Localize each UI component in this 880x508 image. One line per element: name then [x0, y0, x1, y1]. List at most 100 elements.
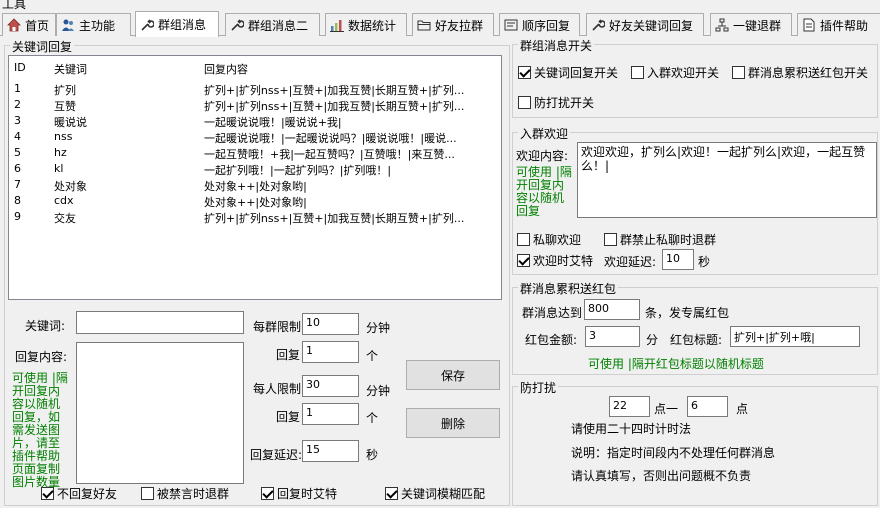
- reply-delay-label: 回复延迟:: [250, 448, 303, 462]
- tab-sequential-reply[interactable]: 顺序回复: [499, 13, 580, 36]
- checkbox-box: [141, 487, 154, 500]
- per-group-limit-label: 每群限制: [253, 320, 302, 334]
- bar-chart-icon: [330, 18, 344, 32]
- reply-count-input-1[interactable]: 1: [302, 341, 359, 363]
- reply-hint-text: 可使用 |隔 开回复内 容以随机 回复，如 需发送图 片，请至 插件帮助 页面复…: [12, 371, 68, 489]
- reply-content-textarea[interactable]: [76, 342, 244, 484]
- home-icon: [7, 18, 21, 32]
- reply-count-input-2[interactable]: 1: [302, 403, 359, 425]
- end-hour-unit: 点: [736, 402, 749, 416]
- tab-main-function[interactable]: 主功能: [56, 13, 131, 36]
- per-group-limit-input[interactable]: 10: [302, 313, 359, 335]
- list-item[interactable]: 3 暖说说 一起暖说说哦！|暖说说+我|: [9, 113, 501, 129]
- checkbox-box: [732, 66, 745, 79]
- anti-disturb-group-title: 防打扰: [518, 379, 559, 396]
- no-reply-friends-checkbox[interactable]: 不回复好友: [41, 485, 117, 502]
- list-header: ID 关键词 回复内容: [9, 60, 501, 76]
- list-item[interactable]: 8 cdx 处对象++|处对象哟|: [9, 193, 501, 209]
- welcome-group-title: 入群欢迎: [518, 125, 571, 142]
- folder-icon: [417, 18, 431, 32]
- welcome-delay-unit: 秒: [698, 255, 711, 269]
- welcome-content-textarea[interactable]: 欢迎欢迎，扩列么|欢迎！一起扩列么|欢迎，一起互赞么！|: [577, 142, 877, 218]
- keyword-input[interactable]: [76, 311, 244, 334]
- delete-button[interactable]: 删除: [406, 408, 500, 438]
- per-person-limit-input[interactable]: 30: [302, 375, 359, 397]
- per-person-limit-label: 每人限制: [253, 382, 302, 396]
- column-header-keyword[interactable]: 关键词: [54, 61, 194, 77]
- redpacket-switch-checkbox[interactable]: 群消息累积送红包开关: [732, 64, 868, 81]
- message-threshold-input[interactable]: 800: [584, 299, 640, 320]
- wrench-icon: [140, 18, 155, 32]
- column-header-id[interactable]: ID: [14, 61, 44, 74]
- keyword-list-view[interactable]: ID 关键词 回复内容 1 扩列 扩列+|扩列nss+|互赞+|加我互赞|长期互…: [8, 55, 502, 300]
- redpacket-group-title: 群消息累积送红包: [518, 280, 619, 297]
- checkbox-box: [517, 233, 530, 246]
- checkbox-box: [518, 66, 531, 79]
- checkbox-box: [518, 96, 531, 109]
- window-title-bar: 工具: [0, 0, 880, 10]
- reply-count-label-1: 回复: [276, 348, 301, 362]
- tab-quit-groups[interactable]: 一键退群: [710, 13, 792, 36]
- welcome-at-checkbox[interactable]: 欢迎时艾特: [517, 252, 593, 269]
- private-welcome-checkbox[interactable]: 私聊欢迎: [517, 231, 581, 248]
- redpacket-title-label: 红包标题:: [670, 333, 723, 347]
- checkbox-box: [631, 66, 644, 79]
- list-item[interactable]: 7 处对象 处对象++|处对象哟|: [9, 177, 501, 193]
- save-button[interactable]: 保存: [406, 360, 500, 390]
- window-title: 工具: [2, 0, 27, 10]
- anti-disturb-switch-checkbox[interactable]: 防打扰开关: [518, 94, 594, 111]
- tab-friend-keyword-reply[interactable]: 好友关键词回复: [586, 13, 704, 36]
- redpacket-amount-input[interactable]: 3: [585, 326, 640, 347]
- reply-count-unit-2: 个: [366, 411, 379, 425]
- tab-friend-invite[interactable]: 好友拉群: [412, 13, 494, 36]
- end-hour-input[interactable]: 6: [687, 396, 728, 417]
- tab-statistics[interactable]: 数据统计: [325, 13, 407, 36]
- list-item[interactable]: 4 nss 一起暖说说哦！|一起暖说说吗？|暖说说哦！|暖说...: [9, 129, 501, 145]
- checkbox-box: [517, 254, 530, 267]
- list-item[interactable]: 9 交友 扩列+|扩列nss+|互赞+|加我互赞|长期互赞+|扩列...: [9, 209, 501, 225]
- reply-content-label: 回复内容:: [15, 350, 68, 364]
- wrench-icon: [591, 18, 606, 32]
- keyword-fuzzy-match-checkbox[interactable]: 关键词模糊匹配: [385, 485, 485, 502]
- anti-disturb-description: 说明：指定时间段内不处理任何群消息: [571, 446, 776, 460]
- checkbox-box: [41, 487, 54, 500]
- checkbox-box: [385, 487, 398, 500]
- disclaimer-text: 请认真填写，否则出问题概不负责: [571, 469, 752, 483]
- redpacket-amount-label: 红包金额:: [525, 333, 578, 347]
- document-icon: [802, 18, 816, 32]
- tab-strip: 首页 主功能 群组消息 群组消息二 数据统计 好友拉群 顺序回复 好友关键词回复: [0, 10, 880, 37]
- people-icon: [61, 18, 75, 32]
- start-hour-unit: 点一: [654, 402, 679, 416]
- at-when-reply-checkbox[interactable]: 回复时艾特: [261, 485, 337, 502]
- tree-icon: [715, 18, 729, 32]
- list-item[interactable]: 2 互赞 扩列+|扩列nss+|互赞+|加我互赞|长期互赞+|扩列...: [9, 97, 501, 113]
- start-hour-input[interactable]: 22: [609, 396, 650, 417]
- welcome-hint-text: 可使用 |隔 开回复内 容以随机 回复: [516, 165, 572, 218]
- time-format-note: 请使用二十四时计时法: [571, 422, 692, 436]
- per-group-limit-unit: 分钟: [366, 321, 391, 335]
- reply-delay-input[interactable]: 15: [302, 440, 359, 462]
- quit-when-private-banned-checkbox[interactable]: 群禁止私聊时退群: [604, 231, 716, 248]
- checkbox-box: [261, 487, 274, 500]
- welcome-content-label: 欢迎内容:: [516, 149, 569, 163]
- keyword-reply-switch-checkbox[interactable]: 关键词回复开关: [518, 64, 618, 81]
- keyword-label: 关键词:: [25, 319, 66, 333]
- tab-group-messages[interactable]: 群组消息: [135, 11, 219, 37]
- reply-delay-unit: 秒: [366, 448, 379, 462]
- tab-group-messages-2[interactable]: 群组消息二: [225, 13, 320, 36]
- redpacket-title-input[interactable]: 扩列+|扩列+哦|: [730, 326, 860, 347]
- wrench-icon: [230, 18, 245, 32]
- welcome-delay-input[interactable]: 10: [662, 249, 694, 270]
- reply-count-label-2: 回复: [276, 410, 301, 424]
- welcome-delay-label: 欢迎延迟:: [604, 255, 657, 269]
- column-header-reply[interactable]: 回复内容: [204, 61, 499, 77]
- message-threshold-label: 群消息达到: [522, 306, 583, 320]
- list-item[interactable]: 5 hz 一起互赞哦！+我|一起互赞吗？|互赞哦！|来互赞...: [9, 145, 501, 161]
- list-item[interactable]: 6 kl 一起扩列哦！|一起扩列吗？|扩列哦！|: [9, 161, 501, 177]
- welcome-switch-checkbox[interactable]: 入群欢迎开关: [631, 64, 719, 81]
- tab-plugin-help[interactable]: 插件帮助: [797, 13, 880, 36]
- list-item[interactable]: 1 扩列 扩列+|扩列nss+|互赞+|加我互赞|长期互赞+|扩列...: [9, 81, 501, 97]
- tab-home[interactable]: 首页: [2, 13, 56, 36]
- reply-count-unit-1: 个: [366, 349, 379, 363]
- quit-when-muted-checkbox[interactable]: 被禁言时退群: [141, 485, 229, 502]
